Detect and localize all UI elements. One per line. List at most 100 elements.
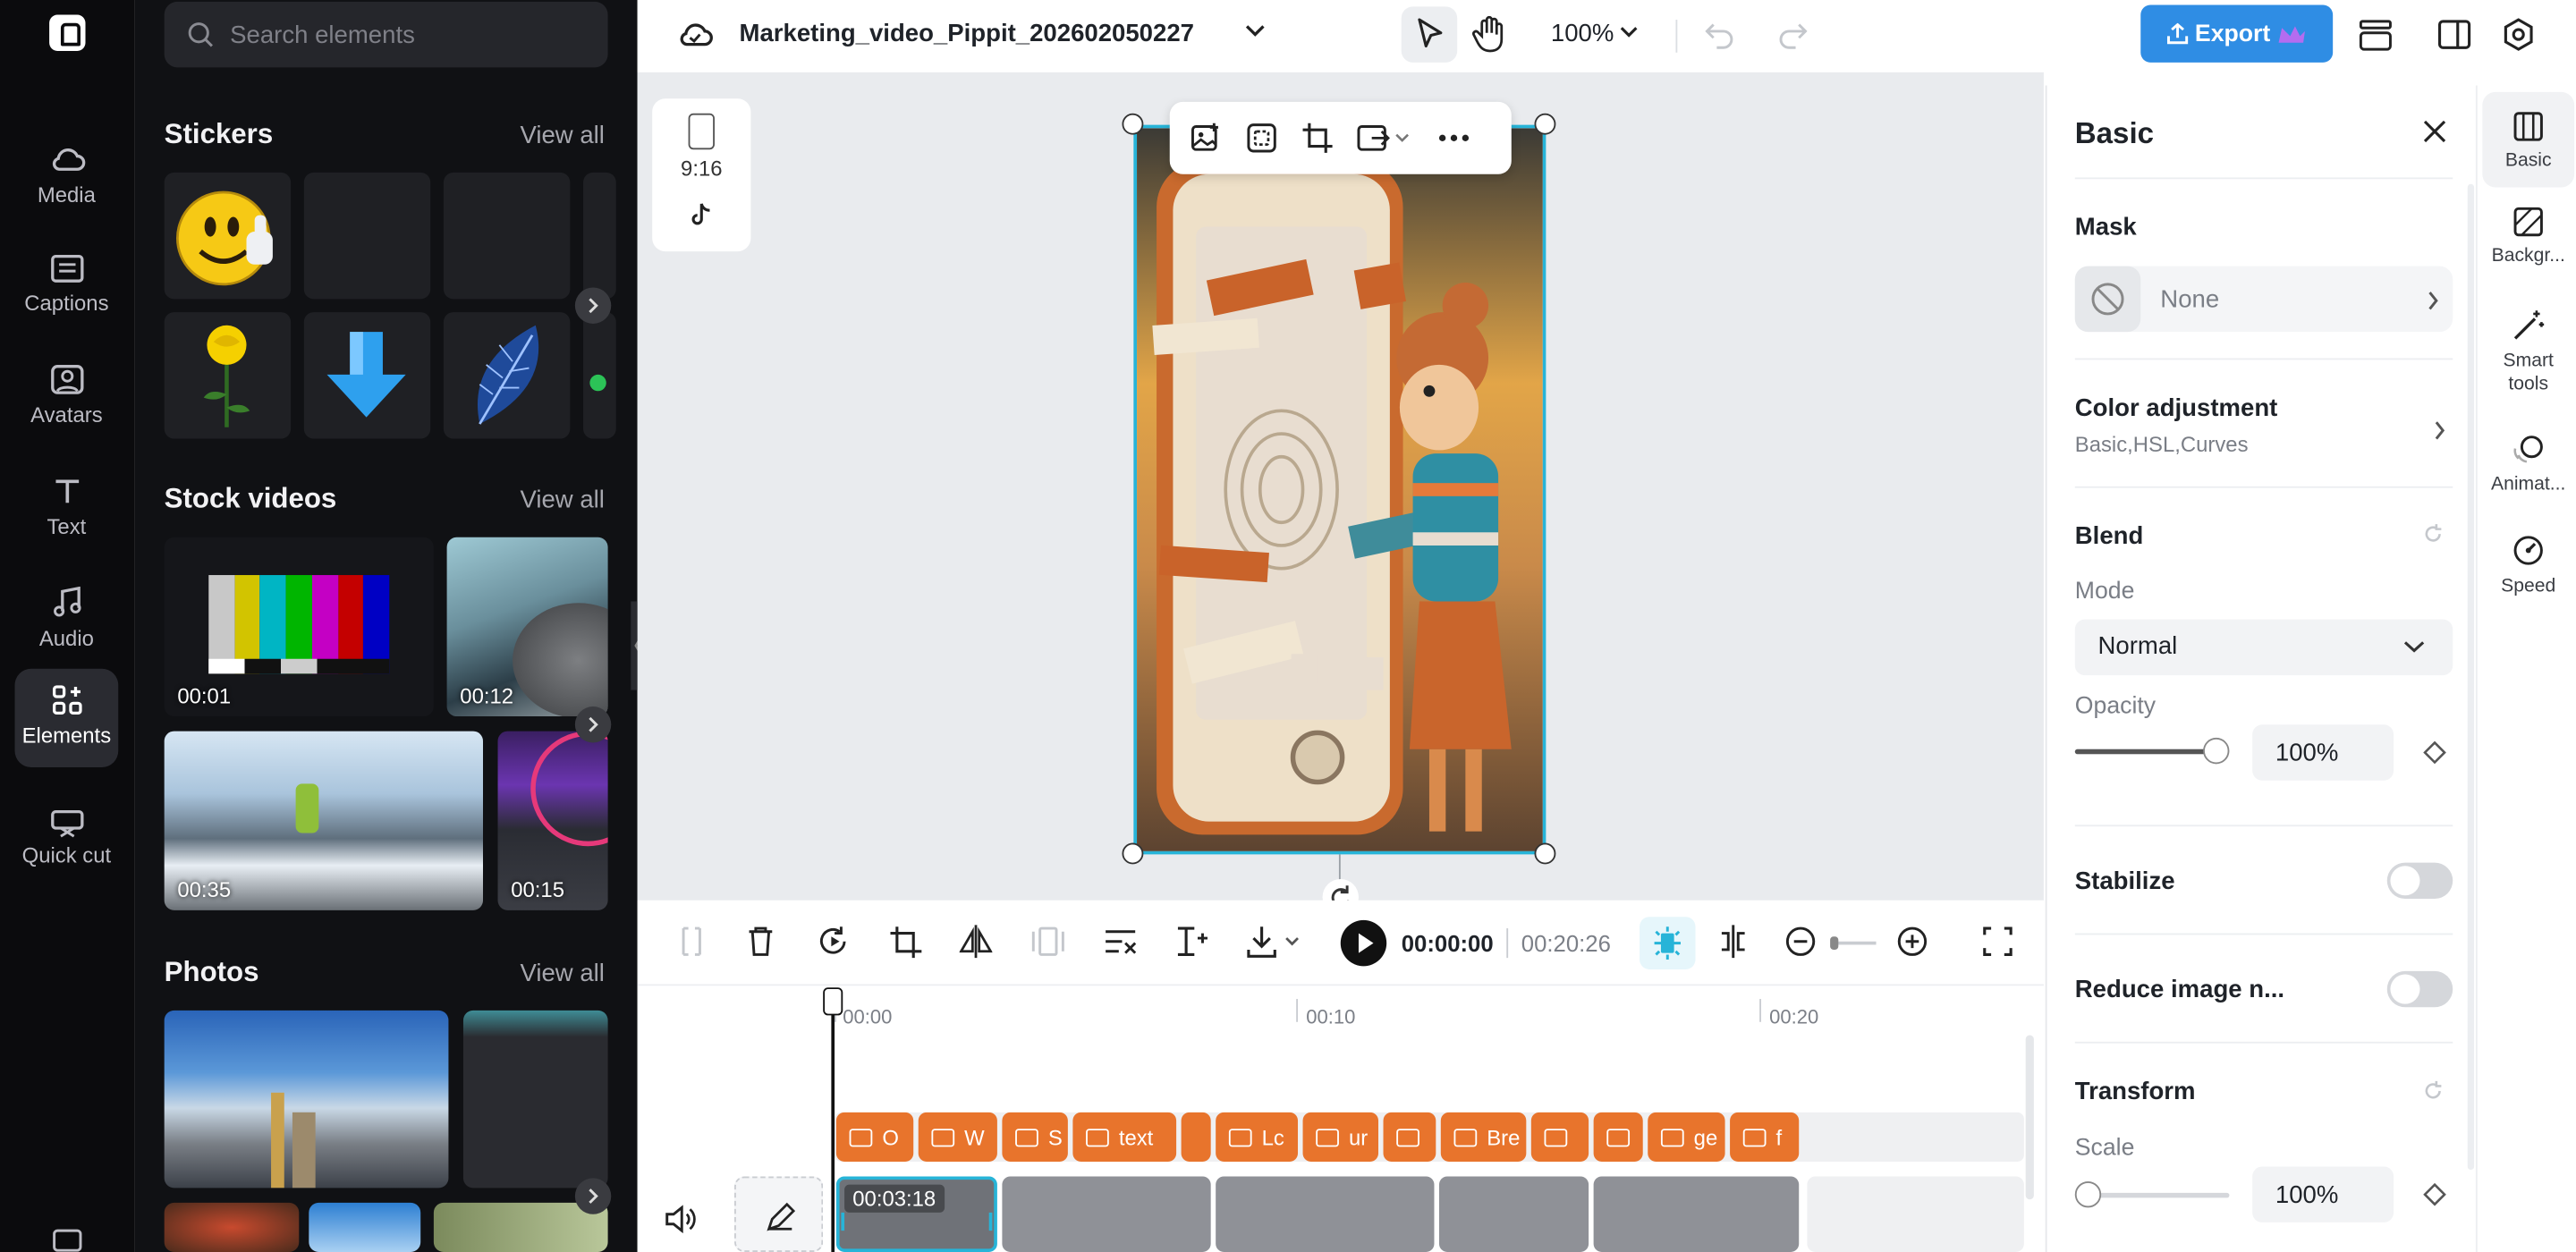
sticker-item[interactable] [303,172,431,300]
video-clip[interactable] [1438,1176,1589,1252]
zoom-out-icon[interactable] [1783,924,1818,960]
sticker-item[interactable] [303,312,431,439]
resize-handle-bottom-right[interactable] [1534,842,1556,865]
mask-selector[interactable]: None [2074,266,2453,333]
caption-clip[interactable]: O [835,1112,914,1162]
color-adjustment-title[interactable]: Color adjustment [2075,394,2278,422]
download-menu[interactable] [1245,924,1304,960]
caption-clip[interactable]: S [1002,1112,1068,1162]
stock-videos-next-button[interactable] [574,706,612,743]
caption-clip[interactable]: f [1730,1112,1800,1162]
properties-scrollbar[interactable] [2467,183,2475,1171]
replace-image-icon[interactable] [1190,122,1223,155]
tab-basic[interactable]: Basic [2482,91,2575,188]
opacity-slider-knob[interactable] [2203,737,2230,765]
caption-clip[interactable]: Bre [1440,1112,1527,1162]
photo-item[interactable] [309,1202,421,1252]
play-button[interactable] [1340,919,1387,967]
smart-split-icon[interactable] [1174,924,1210,960]
video-clip-selected[interactable]: 00:03:18 [835,1176,997,1252]
tab-smart-tools[interactable]: Smart tools [2482,309,2574,395]
close-icon[interactable] [2421,118,2447,144]
video-frame-preview[interactable] [1133,124,1546,855]
freeze-frame-icon[interactable] [1031,924,1064,960]
caption-clip[interactable] [1530,1112,1589,1162]
stock-videos-view-all[interactable]: View all [520,486,604,514]
aspect-ratio-picker[interactable]: 9:16 [652,98,751,252]
sticker-item[interactable] [583,172,616,300]
sticker-item[interactable] [443,172,571,300]
scale-slider-knob[interactable] [2074,1180,2102,1208]
split-icon[interactable] [677,924,707,960]
hand-tool-button[interactable] [1472,15,1508,55]
opacity-slider[interactable] [2074,737,2230,765]
blend-mode-select[interactable]: Normal [2074,619,2453,676]
keyframe-diamond-icon[interactable] [2423,1182,2446,1206]
audio-settings-icon[interactable] [1102,924,1138,960]
crop-icon[interactable] [1301,122,1335,155]
resize-handle-bottom-left[interactable] [1122,842,1144,865]
export-button[interactable]: Export [2140,4,2334,63]
tab-animation[interactable]: Animat... [2482,432,2574,496]
video-clip[interactable] [1216,1176,1435,1252]
sticker-item[interactable] [583,312,616,439]
caption-clip[interactable]: ge [1648,1112,1725,1162]
video-clip[interactable] [1593,1176,1800,1252]
chevron-down-icon[interactable] [1245,23,1265,39]
caption-clip[interactable]: text [1072,1112,1177,1162]
rail-item-captions[interactable]: Captions [15,238,119,340]
cutout-icon[interactable] [1245,122,1278,155]
image-options-icon[interactable] [1357,122,1412,155]
playhead[interactable] [831,1013,835,1252]
cloud-sync-icon[interactable] [677,20,713,49]
app-logo[interactable] [49,14,86,51]
reduce-noise-toggle[interactable] [2386,970,2453,1008]
stock-video-item[interactable]: 00:01 [164,537,434,717]
playhead-handle[interactable] [823,987,843,1016]
keyframe-diamond-icon[interactable] [2423,740,2446,765]
caption-clip[interactable]: Lc [1216,1112,1299,1162]
project-name[interactable]: Marketing_video_Pippit_202602050227 [740,20,1194,47]
photos-view-all[interactable]: View all [520,960,604,987]
delete-icon[interactable] [746,924,775,960]
track-edit-button[interactable] [734,1176,824,1252]
resize-handle-top-left[interactable] [1122,113,1144,135]
tab-background[interactable]: Backgr... [2482,207,2574,267]
rail-item-audio[interactable]: Audio [15,571,119,673]
split-view-icon[interactable] [1716,924,1751,960]
replay-icon[interactable] [818,924,852,960]
stock-video-item[interactable]: 00:12 [446,537,608,717]
stock-video-item[interactable]: 00:15 [497,731,608,910]
undo-icon[interactable] [1705,20,1735,49]
zoom-level[interactable]: 100% [1551,20,1614,47]
opacity-input[interactable]: 100% [2252,724,2394,781]
sticker-item[interactable] [443,312,571,439]
zoom-in-icon[interactable] [1894,924,1930,960]
sticker-item[interactable] [164,172,292,300]
rail-item-text[interactable]: Text [15,460,119,562]
photos-next-button[interactable] [574,1178,612,1214]
scale-input[interactable]: 100% [2252,1166,2394,1222]
layers-icon[interactable] [2359,20,2393,51]
fullscreen-icon[interactable] [1981,924,2014,960]
tab-speed[interactable]: Speed [2482,534,2574,598]
sticker-item[interactable] [164,312,292,439]
stickers-view-all[interactable]: View all [520,122,604,149]
timeline-zoom-slider[interactable] [1830,936,1877,950]
panel-toggle-icon[interactable] [2437,20,2471,49]
video-clip[interactable] [1002,1176,1211,1252]
stabilize-toggle[interactable] [2386,862,2453,899]
reset-icon[interactable] [2421,522,2445,546]
caption-clip[interactable] [1383,1112,1436,1162]
caption-clip[interactable]: W [918,1112,997,1162]
track-mute-icon[interactable] [664,1205,697,1234]
rail-item-avatars[interactable]: Avatars [15,349,119,451]
chevron-down-icon[interactable] [1620,25,1638,40]
crop-icon[interactable] [889,924,922,960]
photo-item[interactable] [164,1202,300,1252]
search-input[interactable]: Search elements [164,1,608,68]
stock-video-item[interactable]: 00:35 [164,731,483,910]
more-options-icon[interactable] [1436,122,1471,155]
chevron-right-icon[interactable] [2433,420,2446,440]
scale-slider[interactable] [2074,1180,2230,1208]
